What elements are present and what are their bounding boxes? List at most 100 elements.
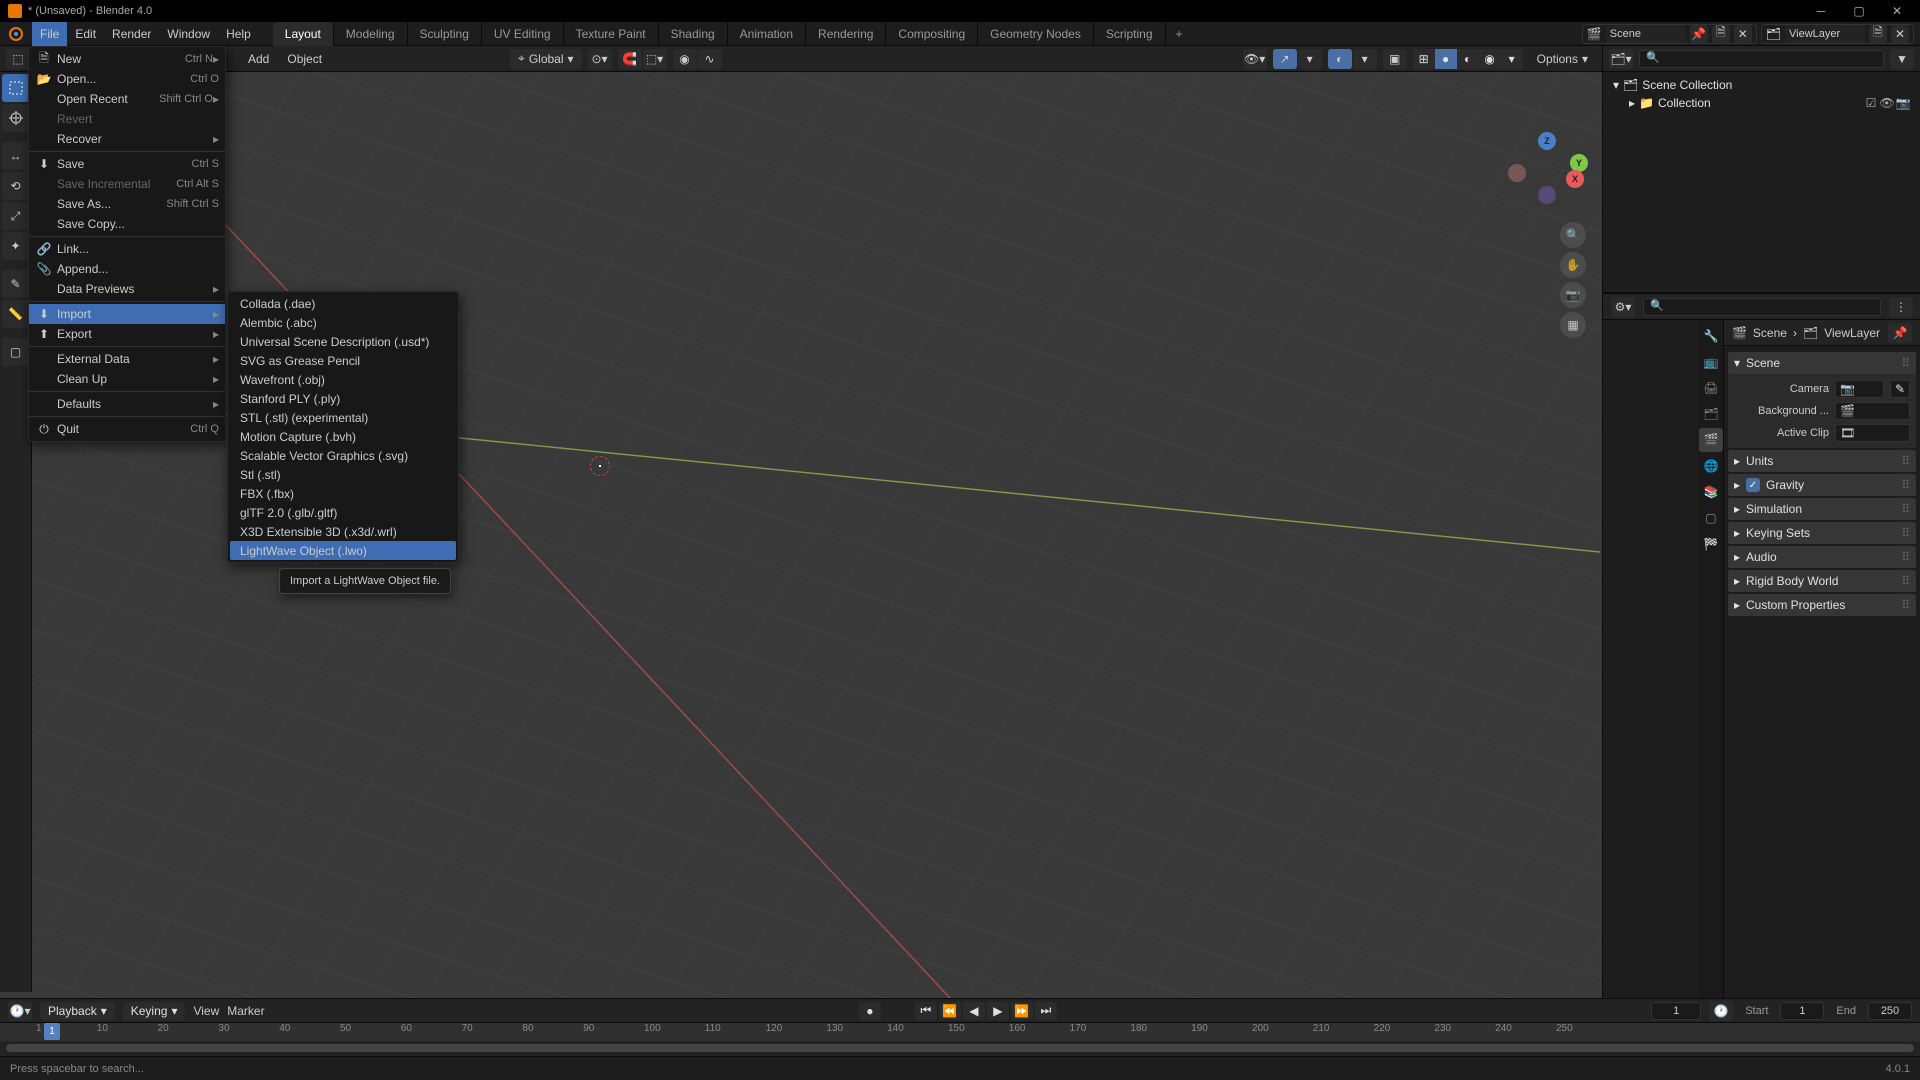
- scene-new-icon[interactable]: 🗎: [1712, 25, 1730, 43]
- annotate-tool[interactable]: ✎: [2, 270, 30, 298]
- snap-toggle[interactable]: 🧲: [618, 49, 642, 69]
- scrollbar-thumb[interactable]: [6, 1044, 1914, 1052]
- gizmo-axis-x[interactable]: X: [1566, 170, 1584, 188]
- file-menu-recover[interactable]: Recover▸: [29, 129, 225, 149]
- tab-viewlayer[interactable]: 🗂: [1699, 402, 1723, 426]
- xray-toggle[interactable]: ▣: [1383, 49, 1407, 69]
- transform-tool[interactable]: ✦: [2, 232, 30, 260]
- file-menu-quit[interactable]: ⏻QuitCtrl Q: [29, 419, 225, 439]
- gizmo-toggle[interactable]: ↗: [1273, 49, 1297, 69]
- maximize-button[interactable]: ▢: [1852, 4, 1866, 18]
- file-menu-data-previews[interactable]: Data Previews▸: [29, 279, 225, 299]
- close-button[interactable]: ✕: [1890, 4, 1904, 18]
- file-menu-new[interactable]: 🗎NewCtrl N▸: [29, 49, 225, 69]
- minimize-button[interactable]: ─: [1814, 4, 1828, 18]
- overlays-options[interactable]: ▾: [1353, 49, 1377, 69]
- preview-range-toggle[interactable]: 🕐: [1709, 1001, 1733, 1021]
- import-lightwave-object-lwo-[interactable]: LightWave Object (.lwo): [230, 541, 456, 560]
- rotate-tool[interactable]: ⟲: [2, 172, 30, 200]
- tab-render[interactable]: 📺: [1699, 350, 1723, 374]
- background-scene-field[interactable]: 🎬: [1835, 402, 1910, 420]
- camera-view-button[interactable]: 📷: [1560, 282, 1586, 308]
- menu-render[interactable]: Render: [104, 22, 159, 46]
- file-menu-save[interactable]: ⬇SaveCtrl S: [29, 154, 225, 174]
- panel-custom-properties[interactable]: ▸Custom Properties⠿: [1728, 594, 1916, 616]
- scene-pin-icon[interactable]: 📌: [1690, 25, 1708, 43]
- import-stl-stl-[interactable]: Stl (.stl): [230, 465, 456, 484]
- proportional-falloff[interactable]: ∿: [698, 49, 722, 69]
- gizmo-options[interactable]: ▾: [1298, 49, 1322, 69]
- properties-search-input[interactable]: 🔍: [1643, 298, 1881, 316]
- file-menu-append-[interactable]: 📎Append...: [29, 259, 225, 279]
- blender-icon[interactable]: [6, 24, 26, 44]
- workspace-geometry-nodes[interactable]: Geometry Nodes: [978, 22, 1094, 46]
- pivot-selector[interactable]: ⊙▾: [588, 49, 612, 69]
- menu-file[interactable]: File: [32, 22, 67, 46]
- file-menu-external-data[interactable]: External Data▸: [29, 349, 225, 369]
- file-menu-import[interactable]: ⬇Import▸: [29, 304, 225, 324]
- proportional-edit-toggle[interactable]: ◉: [673, 49, 697, 69]
- active-clip-field[interactable]: 🎞: [1835, 424, 1910, 442]
- viewlayer-name-input[interactable]: [1785, 25, 1865, 43]
- add-cube-tool[interactable]: ▢: [2, 338, 30, 366]
- file-menu-open-recent[interactable]: Open RecentShift Ctrl O▸: [29, 89, 225, 109]
- import-stanford-ply-ply-[interactable]: Stanford PLY (.ply): [230, 389, 456, 408]
- exclude-checkbox[interactable]: ☑: [1864, 96, 1878, 110]
- import-stl-stl-experimental-[interactable]: STL (.stl) (experimental): [230, 408, 456, 427]
- tree-collection[interactable]: ▸ 📁 Collection ☑ 👁 📷: [1609, 94, 1914, 112]
- file-menu-export[interactable]: ⬆Export▸: [29, 324, 225, 344]
- file-menu-save-as-[interactable]: Save As...Shift Ctrl S: [29, 194, 225, 214]
- play-reverse-button[interactable]: ◀: [963, 1002, 985, 1020]
- panel-scene-header[interactable]: ▾ Scene ⠿: [1728, 352, 1916, 374]
- hide-viewport-icon[interactable]: 👁: [1880, 96, 1894, 110]
- shading-options[interactable]: ▾: [1501, 49, 1523, 69]
- keying-menu[interactable]: Keying ▾: [123, 1002, 186, 1020]
- drag-icon[interactable]: ⠿: [1901, 356, 1910, 370]
- menu-edit[interactable]: Edit: [67, 22, 104, 46]
- cursor-tool[interactable]: [2, 104, 30, 132]
- panel-simulation[interactable]: ▸Simulation⠿: [1728, 498, 1916, 520]
- tab-texture[interactable]: 🏁: [1699, 532, 1723, 556]
- workspace-modeling[interactable]: Modeling: [334, 22, 408, 46]
- editor-type-icon[interactable]: ⬚: [6, 49, 30, 69]
- start-frame-input[interactable]: [1780, 1002, 1824, 1020]
- tab-tool[interactable]: 🔧: [1699, 324, 1723, 348]
- scene-selector[interactable]: 🎬 📌 🗎 ✕: [1582, 24, 1757, 44]
- viewport-options-dropdown[interactable]: Options ▾: [1529, 52, 1596, 66]
- timeline-editor-type[interactable]: 🕐▾: [8, 1001, 32, 1021]
- file-menu-save-copy-[interactable]: Save Copy...: [29, 214, 225, 234]
- import-universal-scene-description-usd-[interactable]: Universal Scene Description (.usd*): [230, 332, 456, 351]
- scene-unlink-icon[interactable]: ✕: [1734, 25, 1752, 43]
- viewport-add-menu[interactable]: Add: [242, 52, 275, 66]
- gizmo-axis-z[interactable]: Z: [1538, 132, 1556, 150]
- file-menu-defaults[interactable]: Defaults▸: [29, 394, 225, 414]
- tab-collection[interactable]: 📚: [1699, 480, 1723, 504]
- import-collada-dae-[interactable]: Collada (.dae): [230, 294, 456, 313]
- orientation-selector[interactable]: ⌖ Global ▾: [510, 49, 581, 69]
- workspace-add-button[interactable]: +: [1166, 27, 1193, 41]
- tab-scene[interactable]: 🎬: [1699, 428, 1723, 452]
- pan-button[interactable]: ✋: [1560, 252, 1586, 278]
- import-gltf-2-0-glb-gltf-[interactable]: glTF 2.0 (.glb/.gltf): [230, 503, 456, 522]
- current-frame-input[interactable]: [1651, 1002, 1701, 1020]
- 3d-viewport[interactable]: ↔ ⟲ ⤢ ✦ ✎ 📏 ▢ ⬚ Add Object ⌖ Global ▾ ⊙▾: [0, 46, 1602, 998]
- timeline-scrollbar[interactable]: [0, 1041, 1920, 1055]
- workspace-animation[interactable]: Animation: [728, 22, 806, 46]
- tab-object[interactable]: ▢: [1699, 506, 1723, 530]
- shading-rendered[interactable]: ◉: [1479, 49, 1501, 69]
- play-button[interactable]: ▶: [987, 1002, 1009, 1020]
- persp-ortho-button[interactable]: ▦: [1560, 312, 1586, 338]
- import-alembic-abc-[interactable]: Alembic (.abc): [230, 313, 456, 332]
- jump-start-button[interactable]: ⏮: [915, 1002, 937, 1020]
- scale-tool[interactable]: ⤢: [2, 202, 30, 230]
- workspace-compositing[interactable]: Compositing: [886, 22, 978, 46]
- viewlayer-remove-icon[interactable]: ✕: [1891, 25, 1909, 43]
- workspace-shading[interactable]: Shading: [659, 22, 728, 46]
- playback-menu[interactable]: Playback ▾: [40, 1002, 115, 1020]
- jump-end-button[interactable]: ⏭: [1035, 1002, 1057, 1020]
- timeline-ruler[interactable]: 1 11020304050607080901001101201301401501…: [0, 1023, 1920, 1041]
- shading-wireframe[interactable]: ⊞: [1413, 49, 1435, 69]
- tab-world[interactable]: 🌐: [1699, 454, 1723, 478]
- jump-prev-key-button[interactable]: ⏪: [939, 1002, 961, 1020]
- camera-field[interactable]: 📷: [1835, 380, 1884, 398]
